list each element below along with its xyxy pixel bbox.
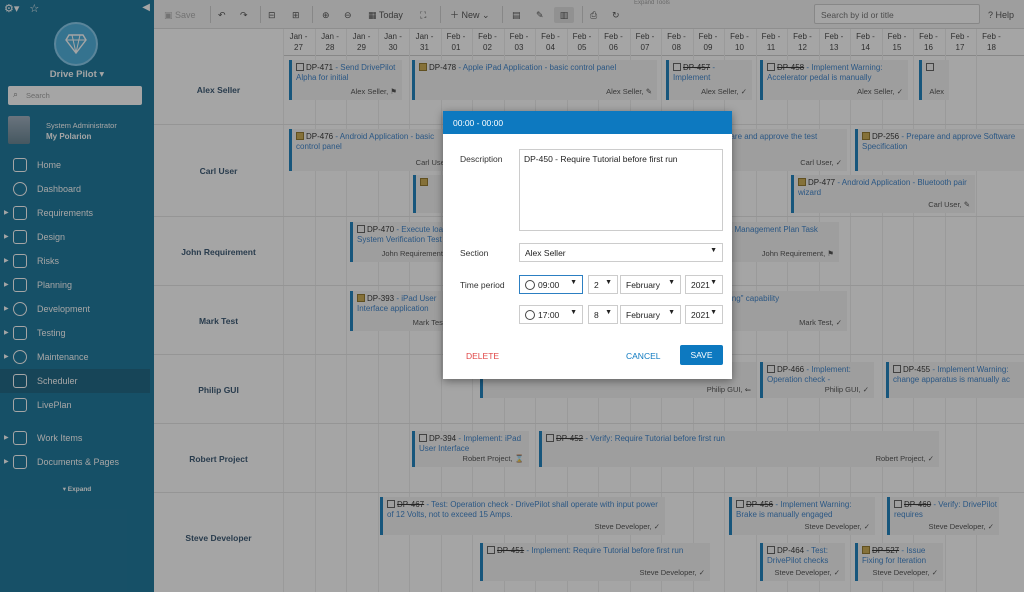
save-button[interactable]: SAVE <box>680 345 723 365</box>
end-year-select[interactable]: 2021 ▼ <box>685 305 723 324</box>
section-label: Section <box>460 248 489 258</box>
start-day-select[interactable]: 2 ▼ <box>588 275 618 294</box>
start-month-select[interactable]: February ▼ <box>620 275 681 294</box>
dropdown-arrow-icon: ▼ <box>605 279 612 286</box>
start-time-select[interactable]: 09:00 ▼ <box>519 275 583 294</box>
clock-icon <box>525 310 535 320</box>
dropdown-arrow-icon: ▼ <box>570 279 577 286</box>
dropdown-arrow-icon: ▼ <box>668 309 675 316</box>
time-period-label: Time period <box>460 280 505 290</box>
end-time-select[interactable]: 17:00 ▼ <box>519 305 583 324</box>
description-textarea[interactable]: DP-450 - Require Tutorial before first r… <box>519 149 723 231</box>
cancel-button[interactable]: CANCEL <box>626 351 660 361</box>
dropdown-arrow-icon: ▼ <box>710 247 717 254</box>
event-edit-dialog: 00:00 - 00:00 Description DP-450 - Requi… <box>443 111 732 379</box>
start-year-select[interactable]: 2021 ▼ <box>685 275 723 294</box>
dialog-header: 00:00 - 00:00 <box>443 111 732 134</box>
dropdown-arrow-icon: ▼ <box>570 309 577 316</box>
section-select[interactable]: Alex Seller ▼ <box>519 243 723 262</box>
clock-icon <box>525 280 535 290</box>
dropdown-arrow-icon: ▼ <box>605 309 612 316</box>
description-label: Description <box>460 154 503 164</box>
dropdown-arrow-icon: ▼ <box>710 279 717 286</box>
dropdown-arrow-icon: ▼ <box>668 279 675 286</box>
end-month-select[interactable]: February ▼ <box>620 305 681 324</box>
end-day-select[interactable]: 8 ▼ <box>588 305 618 324</box>
delete-button[interactable]: DELETE <box>466 351 499 361</box>
dropdown-arrow-icon: ▼ <box>710 309 717 316</box>
